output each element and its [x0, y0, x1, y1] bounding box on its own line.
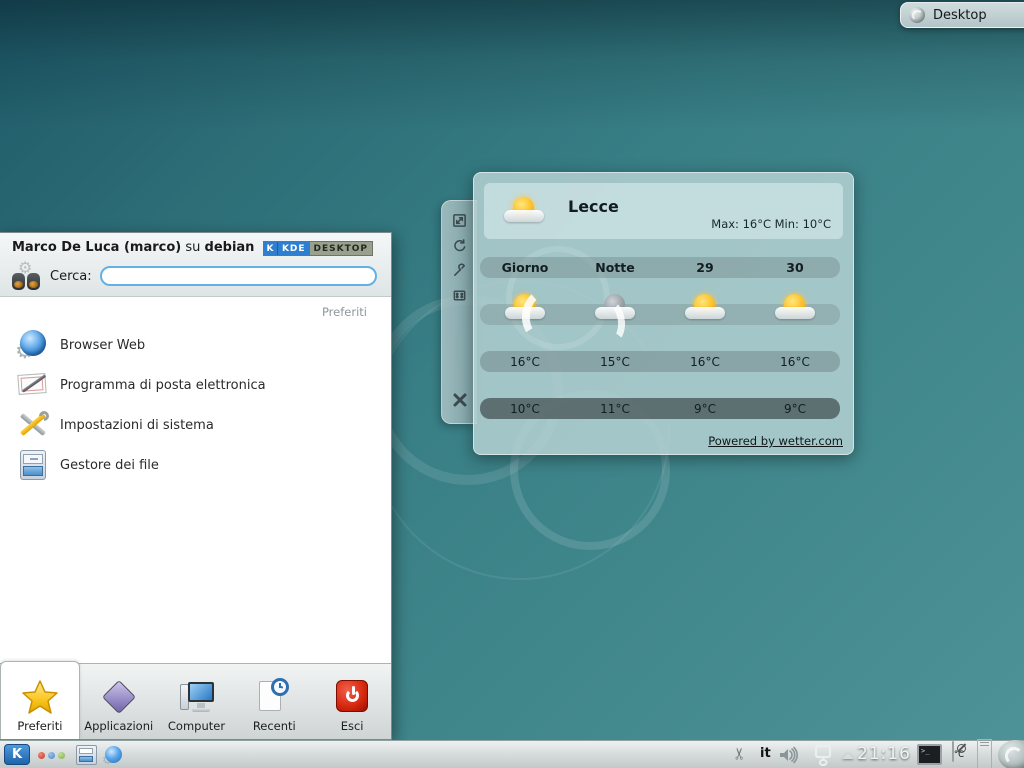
email-envelope-icon: [16, 368, 50, 402]
favorite-item-file-manager[interactable]: Gestore dei file: [0, 445, 391, 485]
day-temp: 16°C: [750, 351, 840, 372]
night-temp: 11°C: [570, 398, 660, 419]
file-manager-cabinet-icon: [16, 448, 50, 482]
user-connector: su: [185, 240, 200, 255]
section-header: Preferiti: [322, 305, 367, 319]
weather-column-headers: Giorno Notte 29 30: [480, 257, 840, 278]
configure-wrench-icon[interactable]: [451, 261, 469, 279]
kde-desktop-badge: K KDE DESKTOP: [263, 241, 373, 256]
sun-cloud-icon: [683, 294, 727, 324]
weather-applet-handle[interactable]: [441, 200, 477, 424]
weather-night-temps: 10°C 11°C 9°C 9°C: [480, 398, 840, 419]
desktop-toolbox[interactable]: Desktop: [900, 2, 1024, 28]
tab-recenti[interactable]: Recenti: [235, 664, 313, 739]
tab-esci[interactable]: Esci: [313, 664, 391, 739]
resize-icon[interactable]: [451, 211, 469, 229]
klipper-scissors-icon[interactable]: ✂: [730, 747, 749, 760]
night-temp: 9°C: [660, 398, 750, 419]
kickoff-tab-bar: Preferiti Applicazioni Computer Recenti …: [0, 663, 391, 739]
weather-col-label: Giorno: [480, 257, 570, 278]
tab-computer[interactable]: Computer: [158, 664, 236, 739]
weather-condition-row: [480, 304, 840, 325]
kickoff-favorites-view: Preferiti ⚙ Browser Web Programma di pos…: [0, 297, 391, 663]
weather-day-temps: 16°C 15°C 16°C 16°C: [480, 351, 840, 372]
desktop-toolbox-label: Desktop: [933, 8, 987, 23]
sun-cloud-icon: [773, 294, 817, 324]
recent-documents-icon: [255, 678, 293, 716]
weather-city: Lecce: [568, 197, 619, 216]
search-label: Cerca:: [50, 269, 92, 284]
red-dot-icon: [38, 752, 45, 759]
kde-logo-icon: K: [264, 242, 278, 255]
computer-monitor-icon: [177, 678, 215, 716]
panel-cashew-icon[interactable]: [998, 740, 1024, 768]
favorites-list: ⚙ Browser Web Programma di posta elettro…: [0, 325, 391, 485]
weather-col-label: 29: [660, 257, 750, 278]
cashew-icon: [909, 7, 925, 23]
power-icon: [333, 678, 371, 716]
day-temp: 16°C: [660, 351, 750, 372]
network-monitor-icon[interactable]: [812, 744, 834, 766]
favorite-item-system-settings[interactable]: Impostazioni di sistema: [0, 405, 391, 445]
kickoff-header: Marco De Luca (marco) su debian K KDE DE…: [0, 233, 391, 297]
night-temp: 10°C: [480, 398, 570, 419]
kmenu-button[interactable]: K: [4, 744, 30, 765]
web-browser-launcher-icon[interactable]: ⚙: [104, 745, 124, 765]
weather-current-condition-icon: [502, 197, 546, 227]
desktop: Desktop Lecce Max: 16°C Min: 10°C Gior: [0, 0, 1024, 768]
file-manager-launcher-icon[interactable]: [76, 745, 97, 765]
wetter-credit-link[interactable]: Powered by wetter.com: [708, 434, 843, 448]
user-name: Marco De Luca (marco): [12, 240, 181, 255]
web-browser-globe-icon: ⚙: [16, 328, 50, 362]
favorite-item-browser[interactable]: ⚙ Browser Web: [0, 325, 391, 365]
bottom-panel: K ⚙ ✂ it 21:16 >_ °C: [0, 740, 1024, 768]
digital-clock[interactable]: 21:16: [857, 744, 911, 764]
tab-preferiti[interactable]: Preferiti: [0, 661, 80, 739]
tab-applicazioni[interactable]: Applicazioni: [80, 664, 158, 739]
favorite-item-email[interactable]: Programma di posta elettronica: [0, 365, 391, 405]
weather-widget[interactable]: Lecce Max: 16°C Min: 10°C Giorno Notte 2…: [473, 172, 854, 455]
keyboard-layout-indicator[interactable]: it: [760, 746, 771, 761]
search-row: ⚙ Cerca:: [10, 259, 377, 293]
star-icon: [21, 678, 59, 716]
rotate-icon[interactable]: [451, 236, 469, 254]
applications-diamond-icon: [100, 678, 138, 716]
weather-col-label: Notte: [570, 257, 660, 278]
close-icon[interactable]: [451, 391, 469, 409]
night-temp: 9°C: [750, 398, 840, 419]
search-input[interactable]: [100, 266, 377, 286]
moon-cloud-icon: [593, 294, 637, 324]
volume-icon[interactable]: [778, 746, 798, 764]
blue-dot-icon: [48, 752, 55, 759]
terminal-window-icon[interactable]: >_: [917, 744, 942, 765]
maximize-icon[interactable]: [451, 286, 469, 304]
panel-widget-strip[interactable]: [977, 739, 992, 768]
weather-col-label: 30: [750, 257, 840, 278]
day-temp: 15°C: [570, 351, 660, 372]
weather-header: Lecce Max: 16°C Min: 10°C: [484, 183, 843, 239]
kickoff-launcher: Marco De Luca (marco) su debian K KDE DE…: [0, 232, 392, 740]
green-dot-icon: [58, 752, 65, 759]
day-temp: 16°C: [480, 351, 570, 372]
user-host-line: Marco De Luca (marco) su debian: [12, 240, 254, 255]
activity-dots[interactable]: [38, 752, 65, 759]
tray-expand-arrow[interactable]: [842, 752, 854, 759]
weather-max-min: Max: 16°C Min: 10°C: [711, 217, 831, 231]
host-name: debian: [205, 240, 255, 255]
weather-tray-icon[interactable]: °C: [948, 742, 968, 761]
search-binoculars-icon: ⚙: [10, 260, 44, 292]
sun-cloud-icon: [503, 294, 547, 324]
system-settings-tools-icon: [16, 408, 50, 442]
